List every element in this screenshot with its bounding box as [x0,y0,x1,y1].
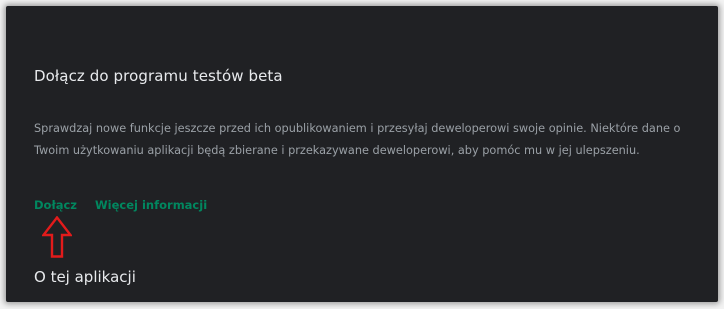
screenshot-frame: Dołącz do programu testów beta Sprawdzaj… [6,6,718,302]
more-info-link[interactable]: Więcej informacji [95,198,207,212]
beta-program-title: Dołącz do programu testów beta [34,67,283,85]
join-beta-link[interactable]: Dołącz [34,198,77,212]
about-app-title: O tej aplikacji [34,268,136,286]
beta-program-description: Sprawdzaj nowe funkcje jeszcze przed ich… [34,122,681,157]
up-arrow-icon [42,216,72,258]
beta-program-links: Dołącz Więcej informacji [34,198,207,212]
